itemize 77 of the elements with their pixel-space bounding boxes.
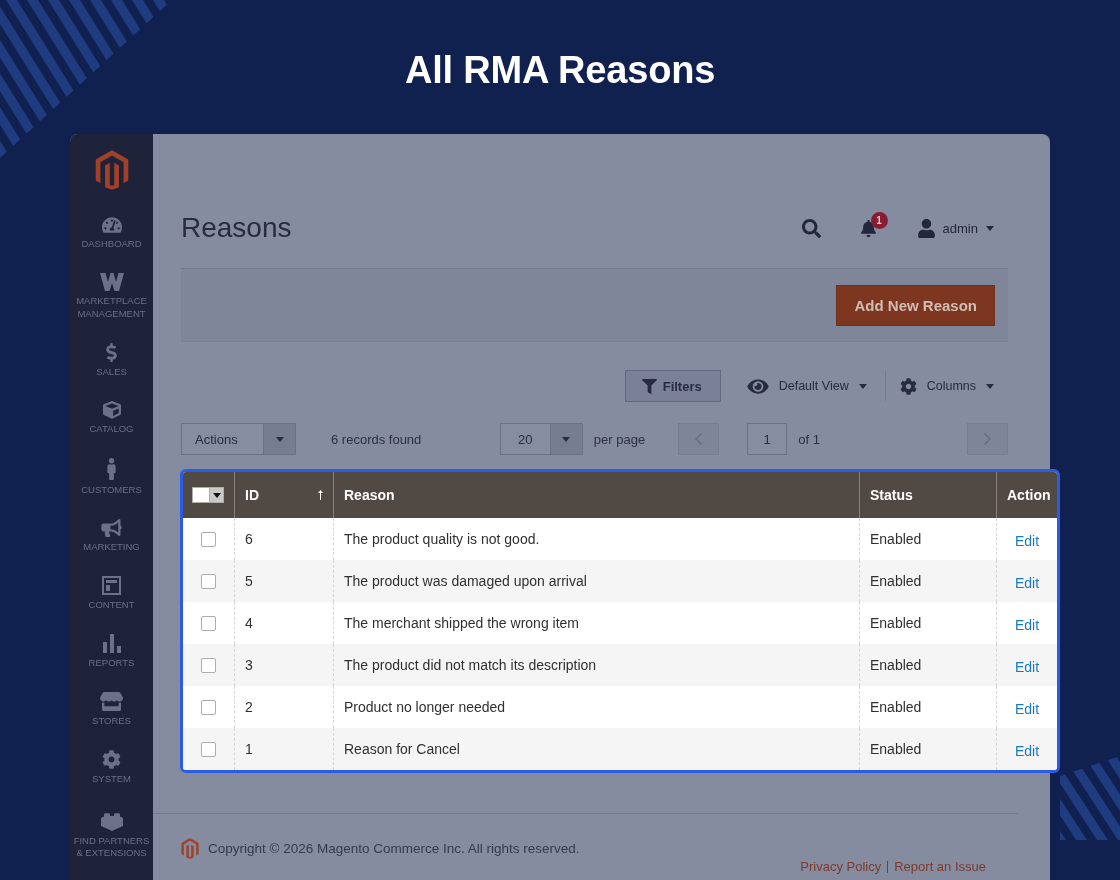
previous-page-button[interactable] (678, 423, 720, 455)
footer-link[interactable]: Report an Issue (894, 859, 986, 874)
filter-icon (641, 378, 657, 394)
table-cell: 1 (234, 728, 333, 770)
layout-icon (102, 575, 121, 595)
sidebar-item[interactable]: CUSTOMERS (70, 457, 153, 496)
person-icon (107, 457, 116, 480)
caret-icon (562, 436, 571, 442)
search-icon (801, 218, 821, 238)
edit-link[interactable]: Edit (1014, 739, 1040, 759)
notification-badge: 1 (870, 211, 888, 229)
add-new-reason-button[interactable]: Add New Reason (836, 284, 995, 326)
columns-button[interactable]: Columns (899, 377, 994, 395)
row-checkbox[interactable] (201, 615, 216, 631)
notifications-button[interactable]: 1 (860, 211, 888, 237)
sidebar-item[interactable]: DASHBOARD (70, 216, 153, 251)
sidebar-item[interactable]: CONTENT (70, 575, 153, 611)
records-count: 6 records found (331, 431, 423, 447)
edit-link[interactable]: Edit (1014, 697, 1040, 717)
actions-select[interactable]: Actions (181, 423, 296, 455)
edit-link[interactable]: Edit (1014, 613, 1040, 633)
row-checkbox[interactable] (201, 699, 216, 715)
sort-arrow-icon (318, 490, 323, 500)
cube-icon (102, 400, 121, 419)
table-cell: Reason for Cancel (333, 728, 859, 770)
page-number-field[interactable]: 1 (747, 423, 788, 455)
caret-icon (986, 225, 994, 231)
settings-icon (102, 749, 121, 769)
per-page-select[interactable]: 20 (499, 423, 583, 455)
row-checkbox[interactable] (201, 573, 216, 589)
sidebar-item[interactable]: MARKETING (70, 518, 153, 553)
eye-icon (746, 376, 769, 396)
sidebar-item[interactable]: SYSTEM (70, 749, 153, 785)
bell-icon (860, 219, 876, 237)
sidebar-item[interactable]: MARKETPLACE MANAGEMENT (70, 273, 153, 320)
caret-icon (212, 492, 221, 498)
row-checkbox[interactable] (201, 531, 216, 547)
chevron-right-icon (984, 433, 991, 445)
table-cell: Enabled (859, 728, 996, 770)
magento-logo-icon (181, 838, 199, 859)
footer-link[interactable]: Privacy Policy (800, 859, 882, 874)
chevron-left-icon (695, 433, 703, 445)
next-page-button[interactable] (967, 423, 1008, 455)
dollar-icon (106, 342, 117, 362)
bar-chart-icon (102, 633, 121, 653)
caret-icon (275, 436, 284, 442)
row-checkbox[interactable] (201, 657, 216, 673)
megaphone-icon (101, 518, 122, 537)
w-shape-icon (99, 273, 124, 291)
per-page-label: per page (593, 431, 646, 447)
page-title: Reasons (181, 212, 293, 244)
sidebar-item[interactable]: FIND PARTNERS & EXTENSIONS (70, 811, 153, 860)
page-total: of 1 (798, 431, 821, 447)
sidebar-item[interactable]: SALES (70, 342, 153, 378)
edit-link[interactable]: Edit (1014, 655, 1040, 675)
row-checkbox[interactable] (201, 741, 216, 757)
user-menu[interactable]: admin (917, 218, 994, 238)
banner-title: All RMA Reasons (404, 49, 716, 91)
settings-icon (899, 377, 917, 395)
mass-select-toggle[interactable] (209, 487, 224, 503)
edit-link[interactable]: Edit (1014, 529, 1040, 549)
store-icon (100, 691, 123, 711)
sidebar-item[interactable]: STORES (70, 691, 153, 727)
caret-icon (858, 383, 867, 389)
caret-icon (986, 383, 994, 389)
brick-icon (100, 811, 123, 831)
search-button[interactable] (801, 218, 821, 238)
view-switcher[interactable]: Default View (746, 376, 867, 396)
magento-logo-icon (94, 150, 129, 190)
sidebar-item[interactable]: CATALOG (70, 400, 153, 435)
user-icon (917, 218, 935, 238)
sidebar-item[interactable]: REPORTS (70, 633, 153, 669)
filters-button[interactable]: Filters (624, 370, 721, 402)
gauge-icon (101, 216, 122, 234)
copyright-text: Copyright © 2026 Magento Commerce Inc. All rights reserved. (208, 841, 580, 856)
select-all-checkbox[interactable] (192, 487, 209, 503)
edit-link[interactable]: Edit (1014, 571, 1040, 591)
